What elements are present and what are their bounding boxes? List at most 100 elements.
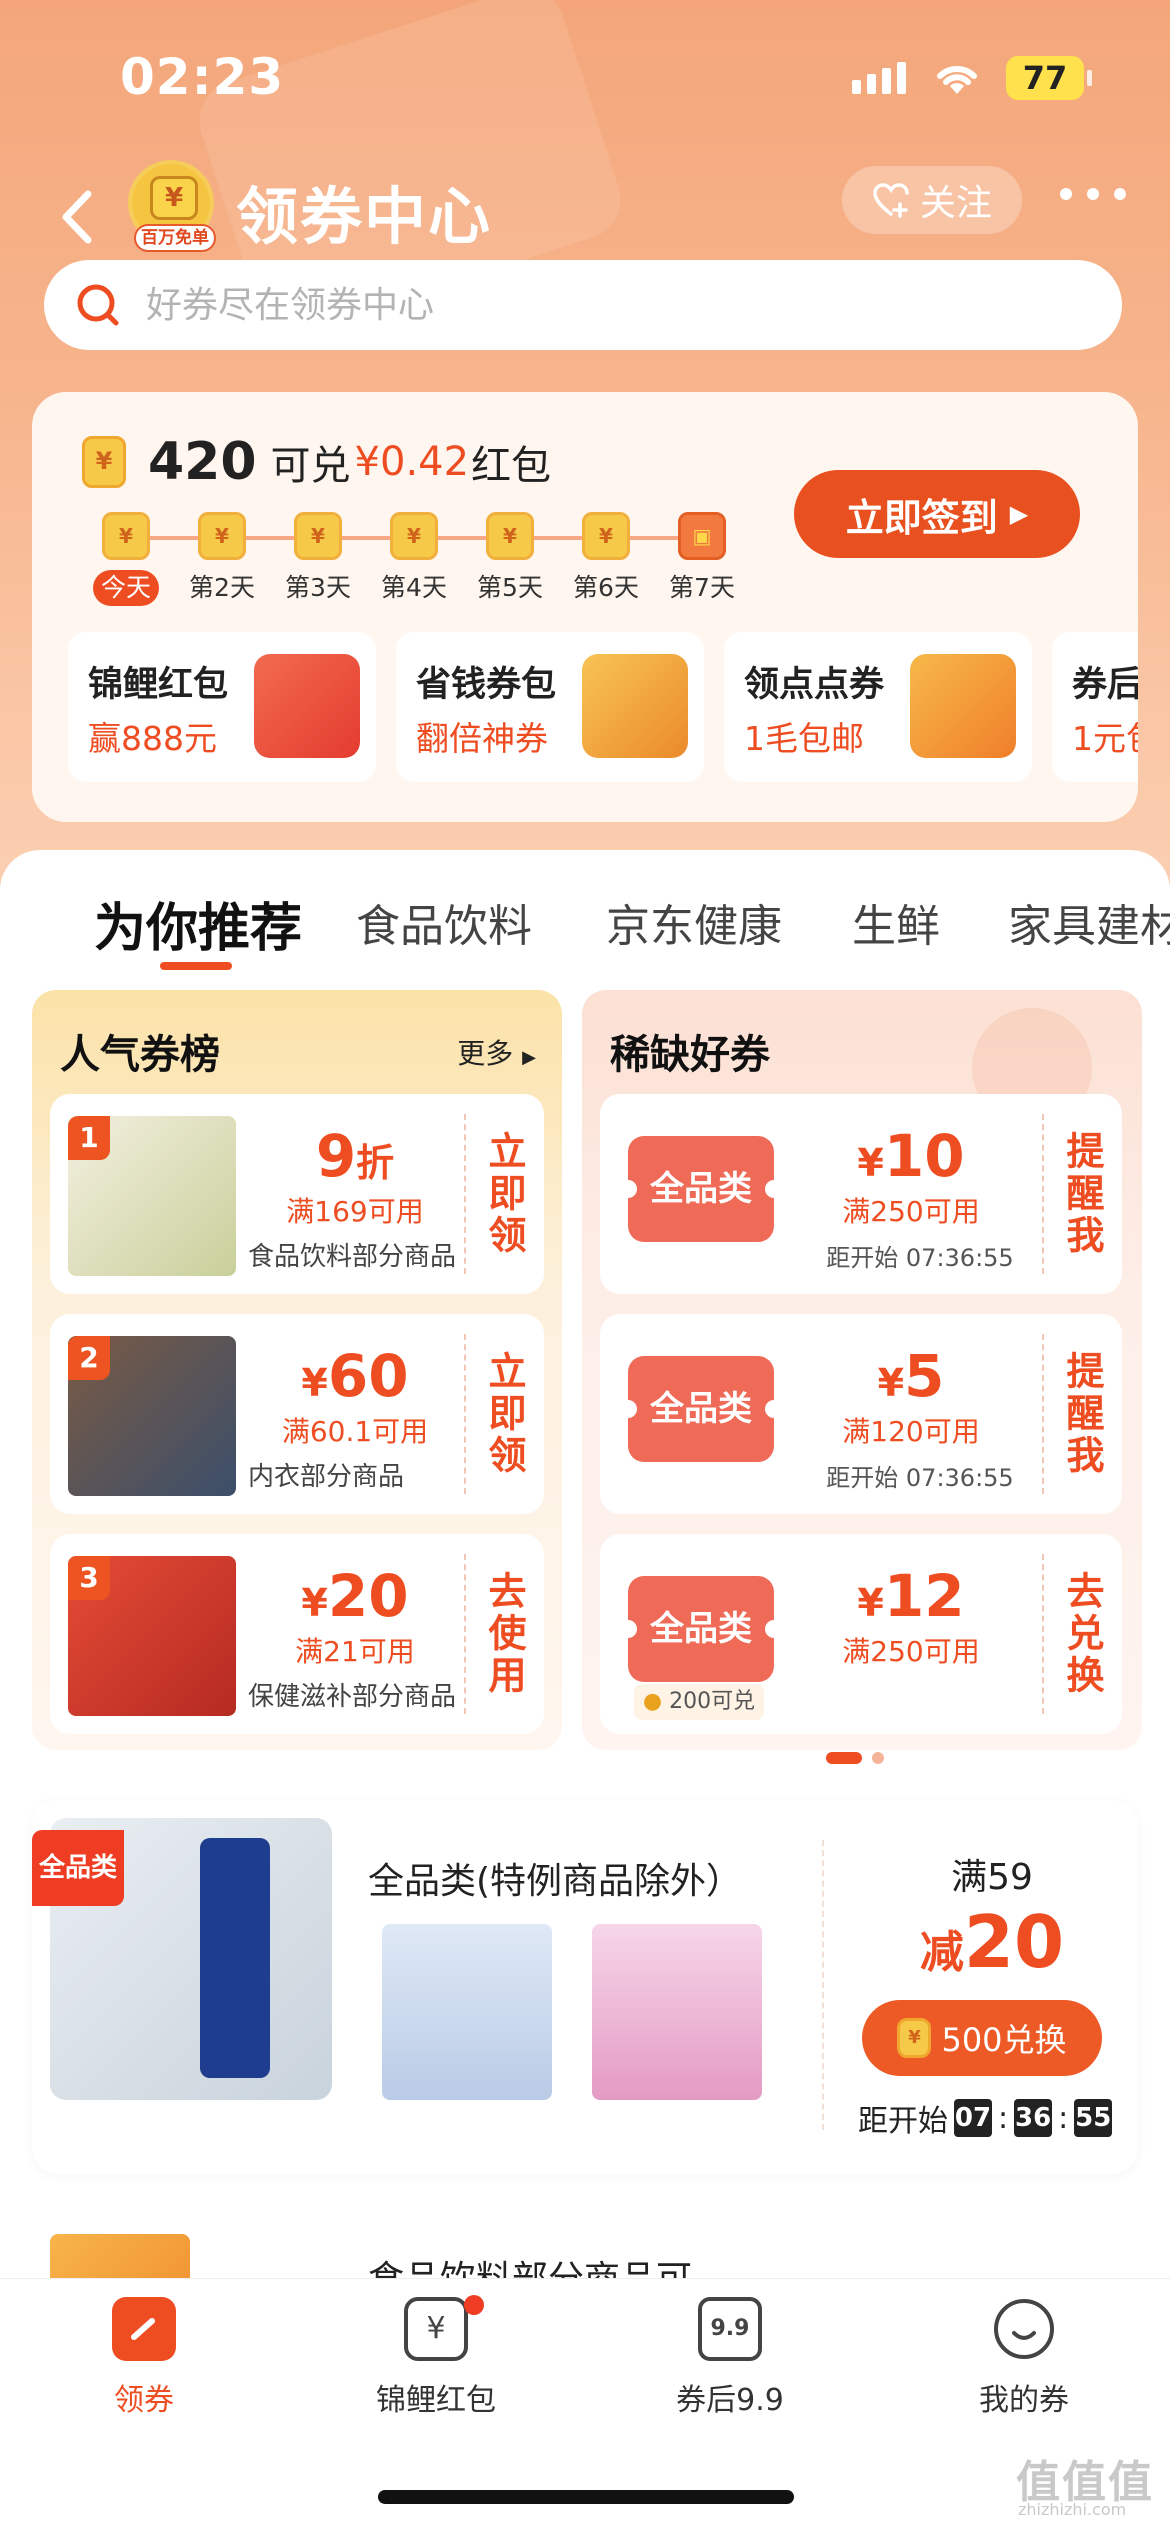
promo-card[interactable]: 锦鲤红包 赢888元 [68, 632, 376, 782]
tab-jd-health[interactable]: 京东健康 [606, 890, 782, 954]
coupon-icon [112, 2297, 176, 2361]
coin-icon: ¥ [294, 512, 342, 560]
tabbar-label: 券后9.9 [676, 2383, 784, 2418]
search-input[interactable] [146, 284, 1046, 326]
tabbar-coupons[interactable]: 领券 [54, 2297, 234, 2419]
coupon-card[interactable]: 全品类 ¥10 满250可用 距开始 07:36:55 提醒我 [600, 1094, 1122, 1294]
exchange-button[interactable]: 去兑换 [1042, 1554, 1122, 1714]
promo-card[interactable]: 券后 1元包 [1052, 632, 1138, 782]
coupon-amount: ¥10 [796, 1122, 1026, 1190]
signin-button-label: 立即签到 [845, 495, 998, 540]
promo-title: 领点点券 [744, 665, 885, 705]
coin-icon: ¥ [82, 436, 126, 488]
coin-icon: ¥ [390, 512, 438, 560]
signin-day: ¥ 第2天 [174, 512, 270, 606]
coin-icon: ¥ [198, 512, 246, 560]
more-link[interactable]: 更多 ▶ [457, 1032, 536, 1072]
use-button[interactable]: 去使用 [464, 1554, 544, 1714]
notification-dot [464, 2295, 484, 2315]
tab-recommend[interactable]: 为你推荐 [94, 886, 302, 961]
promo-row: 锦鲤红包 赢888元 省钱券包 翻倍神券 领点点券 1毛包邮 券后 1元包 [68, 632, 1138, 782]
coupon-countdown: 距开始 07:36:55 [826, 1464, 1014, 1492]
popular-heading: 人气券榜 [60, 1032, 220, 1078]
coupon-scope: 食品饮料部分商品 [248, 1242, 457, 1272]
coupon-card[interactable]: 2 ¥60 满60.1可用 内衣部分商品 立即领 [50, 1314, 544, 1514]
exchange-label: 200可兑 [669, 1689, 756, 1714]
product-image: 1 [68, 1116, 236, 1276]
follow-button[interactable]: 关注 [842, 166, 1022, 234]
rank-badge: 3 [68, 1556, 110, 1600]
coupon-card[interactable]: 全品类 ● 200可兑 ¥12 满250可用 去兑换 [600, 1534, 1122, 1734]
promo-subtitle: 赢888元 [88, 719, 217, 758]
coupon-card[interactable]: 3 ¥20 满21可用 保健滋补部分商品 去使用 [50, 1534, 544, 1734]
smile-icon [992, 2297, 1056, 2361]
tab-fresh[interactable]: 生鲜 [852, 890, 940, 954]
countdown-label: 距开始 [858, 2104, 948, 2139]
promo-title: 券后 [1072, 665, 1138, 705]
signin-day: ¥ 第5天 [462, 512, 558, 606]
product-thumbnail [382, 1924, 552, 2100]
more-icon[interactable] [1060, 188, 1126, 208]
redeem-button[interactable]: ¥ 500兑换 [862, 2000, 1102, 2076]
search-bar[interactable] [44, 260, 1122, 350]
featured-coupon[interactable]: 全品类 全品类(特例商品除外） 满59 减20 ¥ 500兑换 距开始 07: … [32, 1800, 1138, 2174]
coupon-condition: 满21可用 [295, 1635, 415, 1668]
remind-button[interactable]: 提醒我 [1042, 1334, 1122, 1494]
points-redeem-amount: ¥0.42 [354, 439, 470, 485]
countdown-hours: 07 [954, 2099, 992, 2137]
coupon-condition: 满120可用 [842, 1415, 980, 1448]
carousel-dot-active [826, 1752, 862, 1764]
coupon-card[interactable]: 全品类 ¥5 满120可用 距开始 07:36:55 提醒我 [600, 1314, 1122, 1514]
coin-icon: ¥ [486, 512, 534, 560]
tabbar-label: 我的券 [979, 2383, 1069, 2418]
scarce-heading: 稀缺好券 [610, 1032, 770, 1078]
claim-button[interactable]: 立即领 [464, 1114, 544, 1274]
coupon-amount: ¥20 [240, 1562, 470, 1630]
carousel-indicator [826, 1752, 884, 1764]
triangle-right-icon: ▶ [522, 1047, 536, 1068]
signin-card: ¥ 420 可兑 ¥0.42 红包 ¥ 今天 ¥ 第2天 ¥ 第3天 ¥ 第4天 ¥ 第5… [32, 392, 1138, 822]
home-indicator [378, 2490, 794, 2504]
points-summary: ¥ 420 可兑 ¥0.42 红包 [82, 432, 551, 492]
tabbar-after-coupon[interactable]: 9.9 券后9.9 [640, 2297, 820, 2419]
tab-furniture[interactable]: 家具建材 [1008, 890, 1170, 954]
tabbar-label: 锦鲤红包 [376, 2383, 496, 2418]
currency-symbol: ¥ [301, 1581, 328, 1625]
back-icon[interactable] [50, 182, 110, 252]
countdown-minutes: 36 [1014, 2099, 1053, 2137]
category-badge: 全品类 [32, 1830, 124, 1906]
app-logo: ¥ 百万免单 [128, 160, 216, 252]
rank-badge: 1 [68, 1116, 110, 1160]
product-image: 3 [68, 1556, 236, 1716]
countdown: 距开始 07: 36: 55 [858, 2096, 1113, 2140]
page-title: 领券中心 [236, 180, 493, 253]
app-logo-tag: 百万免单 [134, 224, 216, 252]
remind-button[interactable]: 提醒我 [1042, 1114, 1122, 1274]
wifi-icon [937, 65, 977, 94]
coupon-condition: 满250可用 [842, 1195, 980, 1228]
coupon-value: 9 [315, 1122, 357, 1190]
tabbar-my-coupons[interactable]: 我的券 [934, 2297, 1114, 2419]
coupon-value: 20 [327, 1562, 409, 1630]
tab-underline [160, 962, 232, 970]
coin-icon: ¥ [102, 512, 150, 560]
claim-button[interactable]: 立即领 [464, 1334, 544, 1494]
coupon-condition: 满60.1可用 [281, 1415, 429, 1448]
tabbar-red-envelope[interactable]: ¥ 锦鲤红包 [346, 2295, 526, 2419]
promo-card[interactable]: 省钱券包 翻倍神券 [396, 632, 704, 782]
discount-prefix: 减 [919, 1927, 964, 1978]
status-time: 02:23 [120, 48, 285, 106]
wallet-icon [582, 654, 688, 758]
promo-card[interactable]: 领点点券 1毛包邮 [724, 632, 1032, 782]
status-bar: 02:23 77 [0, 40, 1170, 120]
signin-button[interactable]: 立即签到 ▶ [794, 470, 1080, 558]
tab-food-drinks[interactable]: 食品饮料 [356, 890, 532, 954]
coupon-amount: ¥5 [796, 1342, 1026, 1410]
promo-title: 省钱券包 [416, 665, 557, 705]
coupon-amount: 9折 [240, 1122, 470, 1190]
coupon-card[interactable]: 1 9折 满169可用 食品饮料部分商品 立即领 [50, 1094, 544, 1294]
signin-day: ¥ 第6天 [558, 512, 654, 606]
signin-day: ▣ 第7天 [654, 512, 750, 606]
follow-label: 关注 [919, 183, 992, 224]
more-label: 更多 [457, 1037, 514, 1070]
